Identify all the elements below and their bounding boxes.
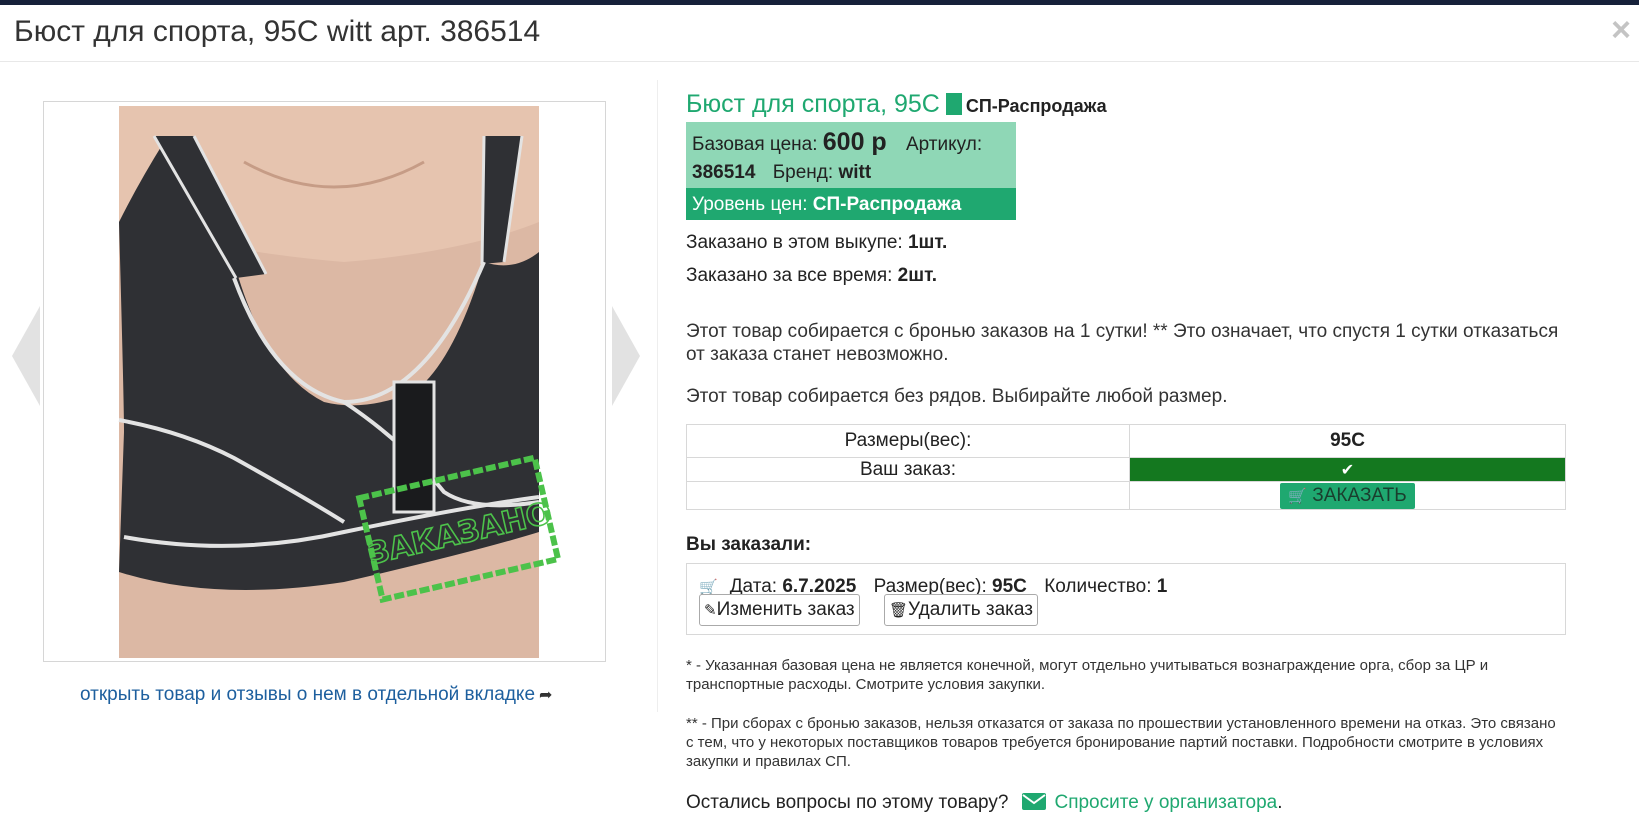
ordered-in-purchase: Заказано в этом выкупе: 1шт. xyxy=(686,232,948,253)
price-level-row: Уровень цен: СП-Распродажа xyxy=(686,188,1016,220)
column-divider xyxy=(657,80,658,712)
empty-cell xyxy=(686,481,1130,510)
envelope-icon xyxy=(1022,793,1047,810)
price-level-badge: СП-Распродажа xyxy=(965,96,1107,116)
your-orders-heading: Вы заказали: xyxy=(686,534,812,555)
open-product-link[interactable]: открыть товар и отзывы о нем в отдельной… xyxy=(80,684,552,706)
article-label: Артикул: xyxy=(905,134,983,155)
reservation-notice: Этот товар собирается с бронью заказов н… xyxy=(686,321,1559,365)
ordered-total: Заказано за все время: 2шт. xyxy=(686,265,937,286)
price-level-label: Уровень цен: xyxy=(692,194,808,215)
prev-image-arrow-icon[interactable] xyxy=(12,306,42,411)
your-order-label: Ваш заказ: xyxy=(686,457,1130,482)
product-name: Бюст для спорта, 95C xyxy=(686,90,940,118)
edit-icon: ✎ xyxy=(704,602,717,619)
brand-label: Бренд: xyxy=(772,162,834,183)
question-text: Остались вопросы по этому товару? xyxy=(686,792,1009,813)
product-image[interactable]: ЗАКАЗАНО xyxy=(43,101,606,662)
ask-organizer-link[interactable]: Спросите у организатора xyxy=(1054,792,1277,813)
price-box: Базовая цена: 600 р Артикул: 386514 Брен… xyxy=(686,122,1016,220)
modal-header: Бюст для спорта, 95C witt арт. 386514 × xyxy=(0,5,1639,62)
open-product-link-label[interactable]: открыть товар и отзывы о нем в отдельной… xyxy=(80,684,535,705)
base-price: 600 р xyxy=(822,128,887,156)
price-level-value: СП-Распродажа xyxy=(812,194,962,215)
cart-icon: 🛒 xyxy=(1288,487,1307,505)
question-row: Остались вопросы по этому товару? Спросит… xyxy=(686,792,1283,813)
order-button[interactable]: 🛒 ЗАКАЗАТЬ xyxy=(1280,482,1415,509)
reservation-footnote: ** - При сборах с бронью заказов, нельзя… xyxy=(686,715,1556,770)
base-price-label: Базовая цена: xyxy=(692,134,818,155)
size-table: Размеры(вес): 95C Ваш заказ: ✔ 🛒 ЗАКАЗАТ… xyxy=(686,424,1566,510)
size-value: 95C xyxy=(1129,424,1566,458)
check-icon: ✔ xyxy=(1129,457,1566,482)
article-value: 386514 xyxy=(692,162,756,183)
close-icon[interactable]: × xyxy=(1611,13,1631,47)
edit-order-button[interactable]: ✎Изменить заказ xyxy=(699,594,860,626)
price-footnote: * - Указанная базовая цена не является к… xyxy=(686,657,1489,693)
no-rows-notice: Этот товар собирается без рядов. Выбирай… xyxy=(686,386,1228,407)
order-entry: 🛒 Дата: 6.7.2025 Размер(вес): 95C Количес… xyxy=(686,563,1566,635)
sizes-label: Размеры(вес): xyxy=(686,424,1130,458)
share-arrow-icon: ➦ xyxy=(539,687,553,704)
next-image-arrow-icon[interactable] xyxy=(610,306,640,411)
trash-icon: 🗑 xyxy=(889,602,909,619)
product-title: Бюст для спорта, 95C СП-Распродажа xyxy=(686,90,1107,119)
modal-title: Бюст для спорта, 95C witt арт. 386514 xyxy=(14,15,541,48)
price-level-swatch xyxy=(945,93,962,115)
delete-order-button[interactable]: 🗑Удалить заказ xyxy=(884,594,1038,626)
brand-value: witt xyxy=(838,162,872,183)
